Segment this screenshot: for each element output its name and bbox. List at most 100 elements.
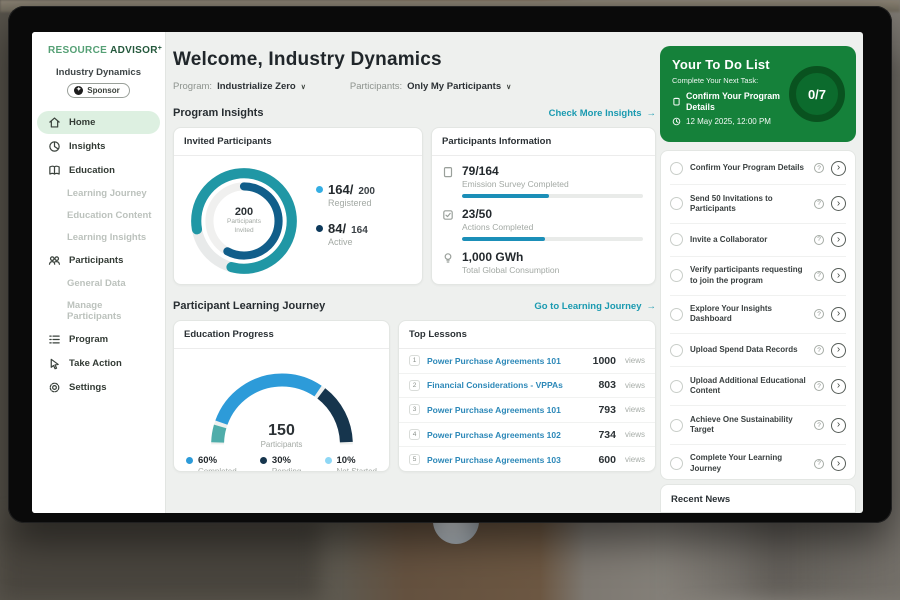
stat-total-consumption: 1,000 GWh Total Global Consumption: [442, 250, 643, 275]
task-checkbox[interactable]: [670, 380, 683, 393]
sidebar-item-participants[interactable]: Participants: [32, 249, 165, 272]
check-more-insights-link[interactable]: Check More Insights →: [549, 108, 656, 119]
lesson-title-link[interactable]: Financial Considerations - VPPAs: [427, 380, 591, 390]
sidebar-item-insights[interactable]: Insights: [32, 135, 165, 158]
org-name: Industry Dynamics: [32, 67, 165, 78]
progress-bar: [462, 237, 643, 241]
sidebar-item-take-action[interactable]: Take Action: [32, 352, 165, 375]
legend-not-started: 10% Not Started: [325, 455, 377, 472]
help-icon[interactable]: ?: [814, 235, 824, 245]
sidebar-item-label: Program: [69, 334, 108, 345]
rank-badge: 5: [409, 454, 420, 465]
sidebar-item-learning-insights[interactable]: Learning Insights: [32, 227, 165, 248]
arrow-right-icon: →: [647, 108, 657, 119]
task-row: Achieve One Sustainability Target ? ›: [670, 406, 846, 445]
arrow-right-icon: →: [647, 301, 657, 312]
recent-news-title: Recent News: [671, 494, 730, 505]
chevron-right-icon[interactable]: ›: [831, 418, 846, 433]
help-icon[interactable]: ?: [814, 163, 824, 173]
task-checkbox[interactable]: [670, 197, 683, 210]
donut-center-label: Participants Invited: [227, 218, 261, 236]
energy-icon: [442, 252, 454, 264]
sponsor-icon: ✦: [74, 86, 83, 95]
participants-filter-value: Only My Participants: [407, 81, 501, 92]
main-content: Welcome, Industry Dynamics Program: Indu…: [173, 32, 656, 513]
task-checkbox[interactable]: [670, 162, 683, 175]
completed-dot-icon: [186, 457, 193, 464]
chevron-right-icon[interactable]: ›: [831, 196, 846, 211]
section-title-program-insights: Program Insights: [173, 107, 263, 119]
program-icon: [48, 333, 61, 346]
task-checkbox[interactable]: [670, 269, 683, 282]
participants-filter-label: Participants:: [350, 81, 402, 92]
settings-icon: [48, 381, 61, 394]
chevron-right-icon[interactable]: ›: [831, 307, 846, 322]
sidebar: RESOURCEADVISOR+ Industry Dynamics ✦ Spo…: [32, 32, 166, 513]
monitor-bezel: RESOURCEADVISOR+ Industry Dynamics ✦ Spo…: [8, 6, 892, 523]
invited-legend: 164/200 Registered 84/164 Active: [316, 182, 375, 260]
program-filter[interactable]: Program: Industrialize Zero ∨: [173, 81, 306, 92]
sidebar-item-general-data[interactable]: General Data: [32, 273, 165, 294]
task-row: Upload Additional Educational Content ? …: [670, 367, 846, 406]
help-icon[interactable]: ?: [814, 459, 824, 469]
help-icon[interactable]: ?: [814, 420, 824, 430]
participants-filter[interactable]: Participants: Only My Participants ∨: [350, 81, 511, 92]
task-row: Explore Your Insights Dashboard ? ›: [670, 296, 846, 335]
task-row: Complete Your Learning Journey ? ›: [670, 445, 846, 483]
go-to-learning-journey-link[interactable]: Go to Learning Journey →: [534, 301, 656, 312]
legend-completed: 60% Completed: [186, 455, 237, 472]
home-icon: [48, 116, 61, 129]
task-row: Verify participants requesting to join t…: [670, 257, 846, 296]
sidebar-item-education[interactable]: Education: [32, 159, 165, 182]
chevron-right-icon[interactable]: ›: [831, 456, 846, 471]
sidebar-item-label: Settings: [69, 382, 106, 393]
chevron-right-icon[interactable]: ›: [831, 379, 846, 394]
chevron-right-icon[interactable]: ›: [831, 268, 846, 283]
link-label: Check More Insights: [549, 108, 642, 119]
sidebar-item-education-content[interactable]: Education Content: [32, 205, 165, 226]
lesson-title-link[interactable]: Power Purchase Agreements 102: [427, 430, 591, 440]
gauge-center-value: 150: [187, 422, 377, 440]
task-checkbox[interactable]: [670, 457, 683, 470]
task-checkbox[interactable]: [670, 233, 683, 246]
rank-badge: 2: [409, 380, 420, 391]
chevron-right-icon[interactable]: ›: [831, 161, 846, 176]
help-icon[interactable]: ?: [814, 199, 824, 209]
rank-badge: 3: [409, 404, 420, 415]
sidebar-item-label: Take Action: [69, 358, 122, 369]
help-icon[interactable]: ?: [814, 381, 824, 391]
sidebar-item-label: Manage Participants: [67, 300, 155, 322]
card-title: Education Progress: [174, 321, 389, 349]
donut-center-value: 200: [235, 206, 253, 218]
actions-icon: [442, 209, 454, 221]
lesson-title-link[interactable]: Power Purchase Agreements 101: [427, 356, 586, 366]
help-icon[interactable]: ?: [814, 345, 824, 355]
pending-dot-icon: [260, 457, 267, 464]
lesson-title-link[interactable]: Power Purchase Agreements 103: [427, 455, 591, 465]
sidebar-item-learning-journey[interactable]: Learning Journey: [32, 183, 165, 204]
task-row: Invite a Collaborator ? ›: [670, 224, 846, 257]
sidebar-item-label: General Data: [67, 278, 126, 289]
sidebar-item-manage-participants[interactable]: Manage Participants: [32, 295, 165, 327]
active-dot-icon: [316, 225, 323, 232]
sidebar-item-label: Education: [69, 165, 115, 176]
invited-participants-card: Invited Participants 200 Participant: [173, 127, 423, 285]
right-column: Your To Do List Complete Your Next Task:…: [660, 32, 856, 513]
chevron-down-icon: ∨: [301, 83, 306, 91]
chevron-right-icon[interactable]: ›: [831, 343, 846, 358]
sidebar-item-program[interactable]: Program: [32, 328, 165, 351]
task-checkbox[interactable]: [670, 344, 683, 357]
brand-logo: RESOURCEADVISOR+: [32, 32, 165, 56]
sidebar-item-home[interactable]: Home: [37, 111, 160, 134]
link-label: Go to Learning Journey: [534, 301, 641, 312]
task-checkbox[interactable]: [670, 308, 683, 321]
lesson-row: 3 Power Purchase Agreements 101 793 view…: [399, 398, 655, 423]
chevron-right-icon[interactable]: ›: [831, 232, 846, 247]
task-checkbox[interactable]: [670, 419, 683, 432]
participants-information-card: Participants Information 79/164 Emission…: [431, 127, 656, 285]
lesson-row: 2 Financial Considerations - VPPAs 803 v…: [399, 374, 655, 399]
help-icon[interactable]: ?: [814, 271, 824, 281]
lesson-title-link[interactable]: Power Purchase Agreements 101: [427, 405, 591, 415]
help-icon[interactable]: ?: [814, 309, 824, 319]
sidebar-item-settings[interactable]: Settings: [32, 376, 165, 399]
